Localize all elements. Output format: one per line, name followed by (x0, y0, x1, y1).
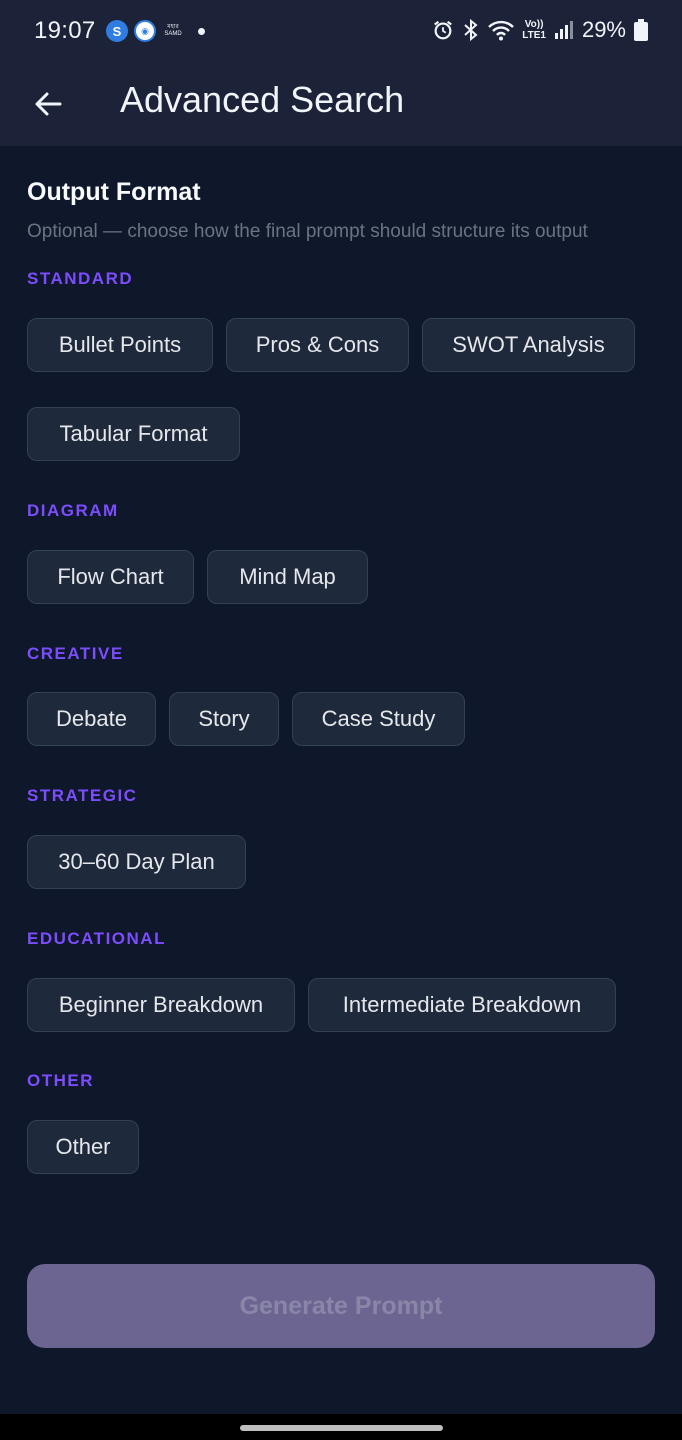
group-label-standard: STANDARD (27, 269, 134, 288)
group-label-creative: CREATIVE (27, 644, 124, 663)
system-icons: Vo)) LTE1 29% (432, 17, 648, 43)
arrow-left-icon (35, 92, 62, 116)
battery-percent: 29% (581, 17, 626, 42)
wifi-icon (488, 20, 515, 41)
app-notification-icon: ◉ (134, 20, 156, 42)
group-label-educational: EDUCATIONAL (27, 929, 166, 948)
alarm-icon (434, 20, 453, 40)
group-label-strategic: STRATEGIC (27, 786, 138, 805)
chip-flow-chart[interactable]: Flow Chart (27, 550, 194, 604)
screen: 19:07 S ◉ মহার SAMD Vo)) LTE1 29% Advanc… (0, 0, 682, 1440)
signal-icon (554, 21, 573, 39)
battery-icon (634, 19, 648, 41)
bluetooth-icon (464, 18, 478, 42)
chip-beginner-breakdown[interactable]: Beginner Breakdown (27, 978, 295, 1032)
chip-intermediate-breakdown[interactable]: Intermediate Breakdown (308, 978, 616, 1032)
chip-mind-map[interactable]: Mind Map (207, 550, 368, 604)
group-label-diagram: DIAGRAM (27, 501, 119, 520)
generate-prompt-button[interactable]: Generate Prompt (27, 1264, 655, 1348)
back-button[interactable] (24, 80, 72, 128)
mini-app-icon: মহার SAMD (164, 24, 182, 37)
status-bar: 19:07 S ◉ মহার SAMD Vo)) LTE1 29% (0, 0, 682, 64)
chip-bullet-points[interactable]: Bullet Points (27, 318, 213, 372)
section-subtitle: Optional — choose how the final prompt s… (27, 221, 588, 242)
skype-icon: S (106, 20, 128, 42)
more-notifications-dot (198, 27, 205, 35)
section-title: Output Format (27, 178, 201, 206)
chip-30-60-day-plan[interactable]: 30–60 Day Plan (27, 835, 246, 889)
app-bar: Advanced Search (0, 64, 682, 146)
chip-debate[interactable]: Debate (27, 692, 156, 746)
home-gesture-handle[interactable] (240, 1425, 443, 1431)
chip-case-study[interactable]: Case Study (292, 692, 465, 746)
chip-pros-cons[interactable]: Pros & Cons (226, 318, 409, 372)
page-title: Advanced Search (120, 79, 405, 120)
navigation-bar (0, 1414, 682, 1440)
chip-tabular-format[interactable]: Tabular Format (27, 407, 240, 461)
chip-swot-analysis[interactable]: SWOT Analysis (422, 318, 635, 372)
volte-icon: Vo)) LTE1 (522, 19, 546, 41)
status-time: 19:07 (34, 17, 96, 44)
chip-story[interactable]: Story (169, 692, 279, 746)
notification-icons: S ◉ মহার SAMD (106, 20, 205, 42)
group-label-other: OTHER (27, 1071, 94, 1090)
chip-other[interactable]: Other (27, 1120, 139, 1174)
